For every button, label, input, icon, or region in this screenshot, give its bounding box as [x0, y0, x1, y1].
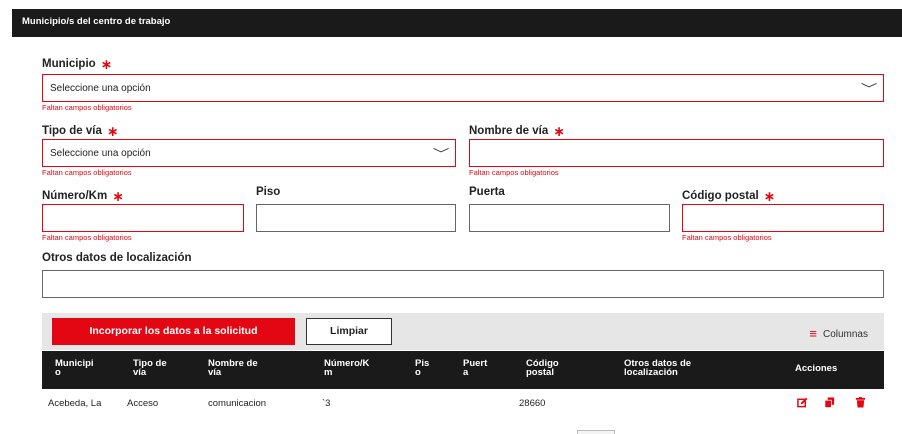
- column-header-label: Municipi o: [55, 358, 94, 378]
- column-header-label: Pis o: [415, 358, 430, 378]
- column-header-otros[interactable]: Otros datos de localización: [624, 358, 692, 378]
- chevron-down-icon: ﹀: [860, 82, 878, 96]
- section-header: Municipio/s del centro de trabajo: [12, 9, 902, 37]
- column-header-codigo-postal[interactable]: Código postal: [526, 358, 559, 378]
- chevron-down-icon: ﹀: [432, 147, 450, 161]
- tipo-via-error: Faltan campos obligatorios: [42, 168, 132, 177]
- delete-icon[interactable]: [855, 397, 866, 408]
- nombre-via-input[interactable]: [469, 139, 884, 167]
- column-header-numero[interactable]: Número/K m: [324, 358, 370, 378]
- cell-codigo-postal: 28660: [519, 398, 546, 409]
- required-mark: ∗: [112, 188, 124, 204]
- table-toolbar: Incorporar los datos a la solicitud Limp…: [42, 313, 884, 350]
- pagination-stub: [577, 430, 615, 434]
- column-header-label: Nombre de vía: [208, 358, 258, 378]
- numero-km-error: Faltan campos obligatorios: [42, 233, 132, 242]
- column-header-label: Número/K m: [324, 358, 370, 378]
- cell-nombre-via: comunicacion: [208, 398, 267, 409]
- column-header-label: Acciones: [795, 363, 838, 374]
- column-header-puerta[interactable]: Puert a: [463, 358, 488, 378]
- section-title: Municipio/s del centro de trabajo: [22, 16, 171, 27]
- nombre-via-error: Faltan campos obligatorios: [469, 168, 559, 177]
- numero-km-input[interactable]: [42, 204, 244, 232]
- column-header-label: Puert a: [463, 358, 488, 378]
- incorporar-button[interactable]: Incorporar los datos a la solicitud: [52, 318, 295, 345]
- codigo-postal-input[interactable]: [682, 204, 884, 232]
- tipo-via-placeholder: Seleccione una opción: [50, 148, 151, 159]
- piso-label: Piso: [256, 186, 281, 198]
- cell-numero: `3: [322, 398, 331, 409]
- copy-icon[interactable]: [824, 397, 835, 408]
- column-header-tipo-via[interactable]: Tipo de vía: [133, 358, 167, 378]
- puerta-label: Puerta: [469, 186, 505, 198]
- codigo-postal-label: Código postal ∗: [682, 188, 776, 204]
- piso-input[interactable]: [256, 204, 456, 232]
- required-mark: ∗: [106, 123, 119, 139]
- column-header-acciones: Acciones: [795, 363, 838, 374]
- column-header-label: Tipo de vía: [133, 358, 167, 378]
- codigo-postal-error: Faltan campos obligatorios: [682, 233, 772, 242]
- limpiar-button[interactable]: Limpiar: [306, 318, 392, 345]
- municipio-label: Municipio ∗: [42, 56, 113, 72]
- tipo-via-select[interactable]: Seleccione una opción ﹀: [42, 139, 456, 167]
- column-header-label: Otros datos de localización: [624, 358, 692, 378]
- otros-datos-input[interactable]: [42, 270, 884, 298]
- edit-icon[interactable]: [797, 397, 808, 408]
- columns-button[interactable]: ≡ Columnas: [809, 325, 868, 341]
- puerta-input[interactable]: [469, 204, 670, 232]
- nombre-via-label: Nombre de vía ∗: [469, 123, 565, 139]
- municipio-error: Faltan campos obligatorios: [42, 103, 132, 112]
- required-mark: ∗: [553, 123, 565, 139]
- required-mark: ∗: [100, 56, 113, 72]
- list-icon: ≡: [809, 326, 817, 341]
- cell-municipio: Acebeda, La: [48, 398, 102, 409]
- table-header: Municipi o Tipo de vía Nombre de vía Núm…: [42, 351, 884, 389]
- otros-datos-label: Otros datos de localización: [42, 252, 192, 264]
- column-header-nombre-via[interactable]: Nombre de vía: [208, 358, 258, 378]
- tipo-via-label: Tipo de vía ∗: [42, 123, 119, 139]
- columns-label: Columnas: [822, 329, 868, 340]
- column-header-municipio[interactable]: Municipi o: [55, 358, 94, 378]
- table-row: Acebeda, La Acceso comunicacion `3 28660: [42, 389, 884, 415]
- municipio-placeholder: Seleccione una opción: [50, 83, 151, 94]
- municipio-select[interactable]: Seleccione una opción ﹀: [42, 74, 884, 102]
- cell-tipo-via: Acceso: [127, 398, 159, 409]
- numero-km-label: Número/Km ∗: [42, 188, 124, 204]
- required-mark: ∗: [763, 188, 776, 204]
- column-header-label: Código postal: [526, 358, 559, 378]
- column-header-piso[interactable]: Pis o: [415, 358, 430, 378]
